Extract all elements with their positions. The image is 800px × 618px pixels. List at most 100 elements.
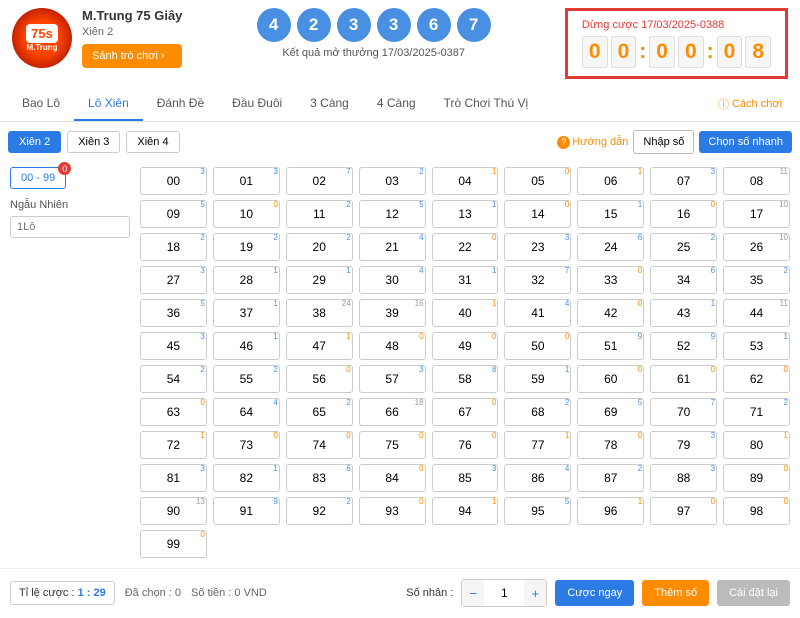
number-15[interactable]: 151: [577, 200, 644, 228]
number-80[interactable]: 801: [723, 431, 790, 459]
number-02[interactable]: 027: [286, 167, 353, 195]
number-28[interactable]: 281: [213, 266, 280, 294]
number-62[interactable]: 620: [723, 365, 790, 393]
mult-input[interactable]: [484, 586, 524, 600]
number-04[interactable]: 041: [432, 167, 499, 195]
number-39[interactable]: 3916: [359, 299, 426, 327]
number-68[interactable]: 682: [504, 398, 571, 426]
number-52[interactable]: 529: [650, 332, 717, 360]
number-29[interactable]: 291: [286, 266, 353, 294]
number-09[interactable]: 095: [140, 200, 207, 228]
number-60[interactable]: 600: [577, 365, 644, 393]
number-00[interactable]: 003: [140, 167, 207, 195]
subtab-xiên-3[interactable]: Xiên 3: [67, 131, 120, 153]
number-17[interactable]: 1710: [723, 200, 790, 228]
quick-pick-button[interactable]: Chọn số nhanh: [699, 131, 792, 153]
number-99[interactable]: 990: [140, 530, 207, 558]
number-77[interactable]: 771: [504, 431, 571, 459]
number-18[interactable]: 182: [140, 233, 207, 261]
number-01[interactable]: 013: [213, 167, 280, 195]
number-96[interactable]: 961: [577, 497, 644, 525]
number-31[interactable]: 311: [432, 266, 499, 294]
number-84[interactable]: 840: [359, 464, 426, 492]
number-61[interactable]: 610: [650, 365, 717, 393]
number-98[interactable]: 980: [723, 497, 790, 525]
number-25[interactable]: 252: [650, 233, 717, 261]
number-54[interactable]: 542: [140, 365, 207, 393]
random-input[interactable]: [10, 216, 130, 238]
number-45[interactable]: 453: [140, 332, 207, 360]
guide-link[interactable]: ?Hướng dẫn: [557, 136, 628, 149]
number-32[interactable]: 327: [504, 266, 571, 294]
number-48[interactable]: 480: [359, 332, 426, 360]
tab-trò-chơi-thú-vị[interactable]: Trò Chơi Thú Vị: [430, 87, 543, 121]
number-73[interactable]: 730: [213, 431, 280, 459]
number-36[interactable]: 365: [140, 299, 207, 327]
number-26[interactable]: 2610: [723, 233, 790, 261]
bet-now-button[interactable]: Cược ngay: [555, 580, 634, 606]
number-78[interactable]: 780: [577, 431, 644, 459]
number-66[interactable]: 6618: [359, 398, 426, 426]
number-12[interactable]: 125: [359, 200, 426, 228]
number-37[interactable]: 371: [213, 299, 280, 327]
number-57[interactable]: 573: [359, 365, 426, 393]
number-72[interactable]: 721: [140, 431, 207, 459]
number-83[interactable]: 836: [286, 464, 353, 492]
number-65[interactable]: 652: [286, 398, 353, 426]
number-05[interactable]: 050: [504, 167, 571, 195]
number-91[interactable]: 919: [213, 497, 280, 525]
number-03[interactable]: 032: [359, 167, 426, 195]
number-97[interactable]: 970: [650, 497, 717, 525]
mult-minus-button[interactable]: −: [462, 580, 484, 606]
number-44[interactable]: 4411: [723, 299, 790, 327]
number-86[interactable]: 864: [504, 464, 571, 492]
number-34[interactable]: 346: [650, 266, 717, 294]
how-to-link[interactable]: ⓘCách chơi: [708, 87, 792, 121]
tab-đánh-đề[interactable]: Đánh Đề: [143, 87, 218, 121]
number-79[interactable]: 793: [650, 431, 717, 459]
input-number-button[interactable]: Nhập số: [633, 130, 694, 154]
number-07[interactable]: 073: [650, 167, 717, 195]
number-82[interactable]: 821: [213, 464, 280, 492]
number-93[interactable]: 930: [359, 497, 426, 525]
reset-button[interactable]: Cài đặt lại: [717, 580, 790, 606]
tab-4-càng[interactable]: 4 Càng: [363, 87, 430, 121]
number-38[interactable]: 3824: [286, 299, 353, 327]
number-06[interactable]: 061: [577, 167, 644, 195]
number-43[interactable]: 431: [650, 299, 717, 327]
tab-lô-xiên[interactable]: Lô Xiên: [74, 87, 143, 121]
number-71[interactable]: 712: [723, 398, 790, 426]
number-08[interactable]: 0811: [723, 167, 790, 195]
number-63[interactable]: 630: [140, 398, 207, 426]
number-76[interactable]: 760: [432, 431, 499, 459]
number-23[interactable]: 233: [504, 233, 571, 261]
number-30[interactable]: 304: [359, 266, 426, 294]
number-13[interactable]: 131: [432, 200, 499, 228]
tab-3-càng[interactable]: 3 Càng: [296, 87, 363, 121]
number-74[interactable]: 740: [286, 431, 353, 459]
number-41[interactable]: 414: [504, 299, 571, 327]
number-94[interactable]: 941: [432, 497, 499, 525]
number-10[interactable]: 100: [213, 200, 280, 228]
number-85[interactable]: 853: [432, 464, 499, 492]
number-11[interactable]: 112: [286, 200, 353, 228]
number-75[interactable]: 750: [359, 431, 426, 459]
number-89[interactable]: 890: [723, 464, 790, 492]
number-22[interactable]: 220: [432, 233, 499, 261]
number-67[interactable]: 670: [432, 398, 499, 426]
number-50[interactable]: 500: [504, 332, 571, 360]
tab-bao-lô[interactable]: Bao Lô: [8, 87, 74, 121]
number-47[interactable]: 471: [286, 332, 353, 360]
number-24[interactable]: 246: [577, 233, 644, 261]
number-81[interactable]: 813: [140, 464, 207, 492]
number-46[interactable]: 461: [213, 332, 280, 360]
number-55[interactable]: 552: [213, 365, 280, 393]
number-90[interactable]: 9013: [140, 497, 207, 525]
number-59[interactable]: 591: [504, 365, 571, 393]
mult-plus-button[interactable]: +: [524, 580, 546, 606]
number-16[interactable]: 160: [650, 200, 717, 228]
lobby-button[interactable]: Sảnh trò chơi ›: [82, 44, 182, 68]
number-35[interactable]: 352: [723, 266, 790, 294]
number-87[interactable]: 872: [577, 464, 644, 492]
subtab-xiên-2[interactable]: Xiên 2: [8, 131, 61, 153]
